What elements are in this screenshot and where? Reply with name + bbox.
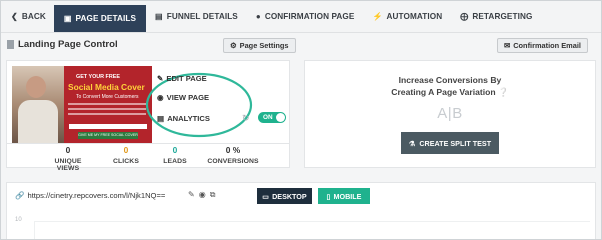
- stat-value: 0: [65, 145, 71, 155]
- stat-value: 0: [123, 145, 129, 155]
- toggle-knob: [276, 113, 285, 122]
- analytics-label: ANALYTICS: [167, 114, 210, 123]
- phone-icon: ▯: [326, 191, 331, 201]
- app-frame: ❮ BACK ▣ PAGE DETAILS ▤ FUNNEL DETAILS ●…: [0, 0, 602, 240]
- thumbnail-line1: GET YOUR FREE: [76, 74, 120, 80]
- axis-line: [34, 221, 590, 222]
- copy-icon[interactable]: ⧉: [210, 190, 216, 200]
- eye-icon: ◉: [157, 93, 164, 102]
- tab-label: AUTOMATION: [386, 12, 443, 21]
- url-actions: ✎ ◉ ⧉: [188, 190, 215, 200]
- stat-label: LEADS: [163, 158, 187, 165]
- create-split-test-button[interactable]: ⚗ CREATE SPLIT TEST: [401, 132, 499, 154]
- thumbnail-person-image: [12, 66, 64, 143]
- page-on-toggle[interactable]: ON: [258, 112, 286, 123]
- stat-value: 0 %: [225, 145, 241, 155]
- preview-eye-icon[interactable]: ◉: [199, 190, 206, 200]
- tab-retargeting[interactable]: ⨁ RETARGETING: [451, 1, 541, 32]
- chevron-left-icon: ❮: [11, 12, 18, 21]
- stat-conversions: 0 % CONVERSIONS: [203, 145, 263, 165]
- title-row: Landing Page Control ⚙ Page Settings ✉ C…: [1, 34, 601, 56]
- thumbnail-text-lines: [68, 103, 146, 118]
- gear-icon: ⚙: [230, 41, 237, 50]
- axis-value: 10: [15, 217, 22, 223]
- axis-vline: [34, 221, 35, 239]
- analytics-link[interactable]: ▤ ANALYTICS: [157, 114, 210, 123]
- edit-icon: ✎: [157, 74, 164, 83]
- split-test-card: Increase Conversions By Creating A Page …: [304, 60, 596, 168]
- document-icon: [7, 40, 14, 49]
- help-icon[interactable]: ❔: [498, 87, 509, 97]
- thumbnail-line2: Social Media Cover: [68, 82, 145, 92]
- ab-graphic: A|B: [437, 105, 463, 122]
- mobile-label: MOBILE: [333, 191, 362, 201]
- page-settings-button[interactable]: ⚙ Page Settings: [223, 38, 296, 53]
- tab-page-details[interactable]: ▣ PAGE DETAILS: [53, 5, 147, 32]
- flask-icon: ⚗: [408, 138, 416, 148]
- stat-leads: 0 LEADS: [155, 145, 195, 165]
- monitor-icon: ▭: [262, 191, 270, 201]
- tab-label: RETARGETING: [472, 12, 533, 21]
- stats-divider: [7, 143, 289, 144]
- view-page-label: VIEW PAGE: [166, 93, 210, 102]
- envelope-icon: ✉: [504, 41, 511, 50]
- edit-page-label: EDIT PAGE: [166, 74, 207, 83]
- mobile-button[interactable]: ▯ MOBILE: [318, 188, 370, 204]
- gauge-icon: ▣: [63, 14, 72, 23]
- stat-value: 0: [172, 145, 178, 155]
- confirmation-email-button[interactable]: ✉ Confirmation Email: [497, 38, 588, 53]
- tab-label: CONFIRMATION PAGE: [264, 12, 355, 21]
- thumbnail-input: [69, 124, 147, 129]
- tab-confirmation-page[interactable]: ● CONFIRMATION PAGE: [247, 1, 364, 32]
- confirmation-email-label: Confirmation Email: [513, 41, 581, 50]
- desktop-label: DESKTOP: [272, 191, 307, 201]
- page-thumbnail[interactable]: GET YOUR FREE Social Media Cover To Conv…: [12, 66, 152, 143]
- back-button[interactable]: ❮ BACK: [1, 1, 54, 32]
- tab-label: PAGE DETAILS: [75, 14, 137, 23]
- top-nav: ❮ BACK ▣ PAGE DETAILS ▤ FUNNEL DETAILS ●…: [1, 1, 601, 33]
- page-url-text: https://cinetry.repcovers.com/l/Njk1NQ==: [27, 191, 166, 200]
- back-label: BACK: [21, 12, 46, 21]
- thumbnail-cta: GIVE ME MY FREE SOCIAL COVER: [78, 132, 138, 139]
- preview-bar: 🔗 https://cinetry.repcovers.com/l/Njk1NQ…: [6, 182, 596, 239]
- split-test-title: Increase Conversions By Creating A Page …: [305, 74, 595, 98]
- thumbnail-head-shape: [26, 76, 46, 98]
- toggle-label: ON: [263, 114, 273, 121]
- thumbnail-shirt-shape: [18, 100, 58, 143]
- edit-url-icon[interactable]: ✎: [188, 190, 195, 200]
- stat-label: UNIQUE VIEWS: [54, 158, 82, 172]
- create-split-test-label: CREATE SPLIT TEST: [419, 138, 492, 148]
- desktop-button[interactable]: ▭ DESKTOP: [257, 188, 312, 204]
- thumbnail-line3: To Convert More Customers: [76, 94, 139, 100]
- line-chart-icon: ▤: [157, 114, 165, 123]
- tab-funnel-details[interactable]: ▤ FUNNEL DETAILS: [146, 1, 247, 32]
- page-settings-label: Page Settings: [239, 41, 289, 50]
- crosshair-icon: ⨁: [460, 12, 469, 21]
- circle-icon: ●: [255, 12, 261, 21]
- stat-label: CLICKS: [113, 158, 139, 165]
- page-title: Landing Page Control: [7, 39, 118, 50]
- view-page-link[interactable]: ◉ VIEW PAGE: [157, 93, 209, 102]
- stat-clicks: 0 CLICKS: [106, 145, 146, 165]
- refresh-icon[interactable]: ↻: [242, 113, 250, 124]
- edit-page-link[interactable]: ✎ EDIT PAGE: [157, 74, 207, 83]
- stat-unique-views: 0 UNIQUE VIEWS: [43, 145, 93, 172]
- link-icon: 🔗: [15, 191, 25, 200]
- page-card: GET YOUR FREE Social Media Cover To Conv…: [6, 60, 290, 172]
- tab-automation[interactable]: ⚡ AUTOMATION: [363, 1, 451, 32]
- split-title-line2: Creating A Page Variation: [391, 87, 496, 97]
- page-url[interactable]: 🔗 https://cinetry.repcovers.com/l/Njk1NQ…: [15, 191, 165, 200]
- bolt-icon: ⚡: [372, 12, 383, 21]
- split-title-line1: Increase Conversions By: [398, 75, 502, 85]
- bar-chart-icon: ▤: [155, 12, 163, 21]
- stat-label: CONVERSIONS: [207, 158, 259, 165]
- page-title-text: Landing Page Control: [18, 39, 118, 50]
- tab-label: FUNNEL DETAILS: [166, 12, 238, 21]
